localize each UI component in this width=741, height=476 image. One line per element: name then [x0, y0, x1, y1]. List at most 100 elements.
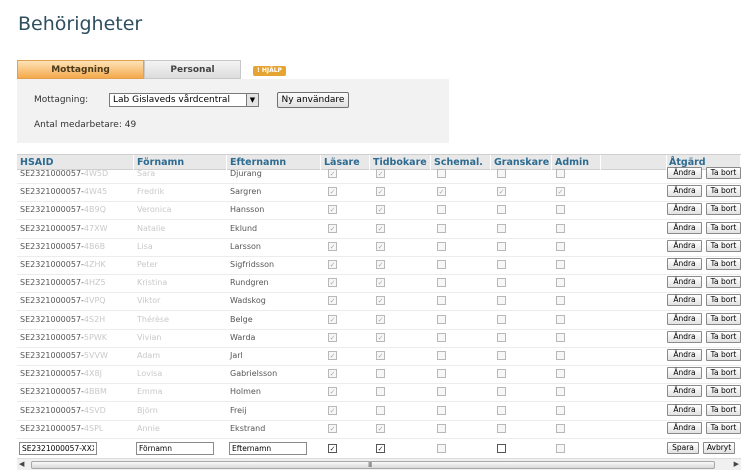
table-row: SE2321000057-5PWK Vivian Warda ✓ ✓ Ändra Ta bo… [17, 330, 741, 348]
edit-button[interactable]: Ändra [667, 367, 702, 380]
checkbox-granskare [497, 278, 506, 288]
fornamn-input[interactable] [136, 442, 214, 455]
new-checkbox-tidbokare[interactable]: ✓ [376, 444, 385, 453]
checkbox-admin [556, 278, 565, 288]
fornamn-masked: Emma [137, 387, 163, 397]
scroll-right-icon[interactable]: ▶ [734, 460, 739, 468]
delete-button[interactable]: Ta bort [706, 312, 741, 325]
tab-mottagning[interactable]: Mottagning [17, 60, 144, 79]
cancel-button[interactable]: Avbryt [703, 442, 735, 454]
fornamn-cell: Lisa [134, 239, 227, 257]
edit-button[interactable]: Ändra [667, 185, 702, 198]
edit-button[interactable]: Ändra [667, 221, 702, 234]
delete-button[interactable]: Ta bort [706, 276, 741, 289]
edit-button[interactable]: Ändra [667, 421, 702, 434]
fornamn-cell: Annie [134, 421, 227, 439]
delete-button[interactable]: Ta bort [706, 203, 741, 216]
delete-button[interactable]: Ta bort [706, 294, 741, 307]
hsaid-suffix-masked: 5PWK [83, 332, 107, 342]
checkbox-lasare: ✓ [328, 423, 337, 433]
hsaid-suffix-masked: 4X8J [83, 369, 102, 379]
edit-button[interactable]: Ändra [667, 258, 702, 270]
delete-button[interactable]: Ta bort [706, 167, 741, 179]
hsaid-prefix: SE2321000057- [20, 296, 84, 306]
fornamn-masked: Viktor [137, 296, 161, 306]
fornamn-cell: Adam [134, 348, 227, 366]
delete-button[interactable]: Ta bort [706, 349, 741, 361]
delete-button[interactable]: Ta bort [706, 258, 741, 270]
edit-button[interactable]: Ändra [667, 294, 702, 307]
hsaid-suffix-masked: 4B9Q [83, 205, 106, 215]
edit-button[interactable]: Ändra [667, 312, 702, 325]
efternamn-cell: Ekstrand [230, 423, 266, 433]
checkbox-lasare: ✓ [328, 351, 337, 360]
fornamn-cell: Emma [134, 384, 227, 402]
checkbox-granskare [497, 314, 506, 324]
delete-button[interactable]: Ta bort [706, 239, 741, 252]
delete-button[interactable]: Ta bort [706, 403, 741, 416]
horizontal-scrollbar[interactable]: ◀ III ▶ [17, 458, 741, 470]
save-button[interactable]: Spara [667, 442, 699, 454]
hsaid-cell: SE2321000057-4S2H [17, 312, 134, 330]
checkbox-admin [556, 169, 565, 178]
checkbox-schemal [437, 351, 446, 360]
hsaid-suffix-masked: 4ZHK [83, 260, 106, 269]
checkbox-schemal: ✓ [437, 187, 446, 197]
checkbox-tidbokare: ✓ [376, 351, 385, 360]
new-checkbox-granskare[interactable] [497, 444, 506, 453]
fornamn-cell: Natalie [134, 221, 227, 239]
new-user-button[interactable]: Ny användare [277, 92, 349, 108]
fornamn-masked: Kristina [137, 278, 168, 288]
scroll-left-icon[interactable]: ◀ [19, 460, 24, 468]
new-checkbox-schemal[interactable] [437, 444, 446, 453]
hsaid-prefix: SE2321000057- [20, 314, 84, 324]
tab-personal[interactable]: Personal [144, 60, 241, 79]
delete-button[interactable]: Ta bort [706, 367, 741, 380]
new-checkbox-admin[interactable] [556, 444, 565, 453]
efternamn-input[interactable] [229, 442, 307, 455]
edit-button[interactable]: Ändra [667, 239, 702, 252]
hsaid-suffix-masked: 4SVD [83, 405, 106, 415]
delete-button[interactable]: Ta bort [706, 221, 741, 234]
checkbox-schemal [437, 332, 446, 342]
hsaid-cell: SE2321000057-4VPQ [17, 293, 134, 311]
edit-button[interactable]: Ändra [667, 203, 702, 216]
new-checkbox-lasare[interactable]: ✓ [328, 444, 337, 453]
tab-bar: Mottagning Personal [17, 60, 241, 79]
efternamn-cell: Hansson [230, 205, 265, 215]
help-button[interactable]: ! HJÄLP [253, 66, 286, 76]
dropdown-arrow-icon[interactable]: ▼ [246, 94, 258, 106]
delete-button[interactable]: Ta bort [706, 185, 741, 198]
checkbox-granskare [497, 369, 506, 379]
hsaid-input[interactable] [19, 442, 97, 455]
checkbox-tidbokare: ✓ [376, 205, 385, 215]
fornamn-cell: Lovisa [134, 366, 227, 384]
delete-button[interactable]: Ta bort [706, 330, 741, 343]
mottagning-select[interactable]: Lab Gislaveds vårdcentral ▼ [109, 93, 259, 107]
hsaid-prefix: SE2321000057- [20, 423, 84, 433]
edit-button[interactable]: Ändra [667, 403, 702, 416]
mottagning-select-value: Lab Gislaveds vårdcentral [113, 95, 230, 105]
edit-button[interactable]: Ändra [667, 330, 702, 343]
efternamn-cell: Warda [230, 332, 256, 342]
hsaid-suffix-masked: 4W45 [83, 187, 108, 197]
hsaid-prefix: SE2321000057- [20, 260, 84, 269]
edit-button[interactable]: Ändra [667, 276, 702, 289]
checkbox-admin [556, 260, 565, 269]
delete-button[interactable]: Ta bort [706, 421, 741, 434]
checkbox-schemal [437, 387, 446, 397]
fornamn-cell: Vivian [134, 330, 227, 348]
checkbox-admin [556, 332, 565, 342]
hsaid-suffix-masked: 4S2H [83, 314, 106, 324]
checkbox-schemal [437, 241, 446, 251]
delete-button[interactable]: Ta bort [706, 385, 741, 398]
fornamn-cell: Peter [134, 257, 227, 275]
edit-button[interactable]: Ändra [667, 385, 702, 398]
hsaid-cell: SE2321000057-4W45 [17, 184, 134, 202]
edit-button[interactable]: Ändra [667, 349, 702, 361]
checkbox-tidbokare: ✓ [376, 296, 385, 306]
edit-button[interactable]: Ändra [667, 167, 702, 179]
scrollbar-thumb[interactable]: III [31, 461, 715, 469]
scrollbar-grip-icon: III [368, 461, 372, 469]
checkbox-lasare: ✓ [328, 314, 337, 324]
